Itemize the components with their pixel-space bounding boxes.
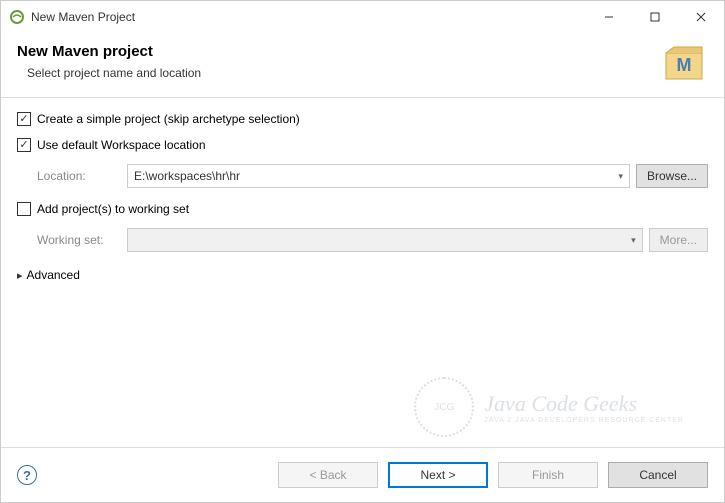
cancel-button[interactable]: Cancel	[608, 462, 708, 488]
default-workspace-checkbox[interactable]	[17, 138, 31, 152]
working-set-label: Working set:	[37, 233, 127, 247]
watermark-badge: JCG	[414, 377, 474, 437]
maven-icon: M	[660, 43, 708, 83]
page-title: New Maven project	[17, 43, 201, 60]
chevron-down-icon: ▾	[618, 171, 623, 182]
default-workspace-label: Use default Workspace location	[37, 138, 206, 152]
simple-project-checkbox[interactable]	[17, 112, 31, 126]
more-button: More...	[649, 228, 708, 252]
location-combo[interactable]: E:\workspaces\hr\hr ▾	[127, 164, 630, 188]
working-set-chk-label: Add project(s) to working set	[37, 202, 189, 216]
window-controls	[586, 1, 724, 33]
content-area: Create a simple project (skip archetype …	[1, 98, 724, 447]
watermark: JCG Java Code Geeks JAVA 2 JAVA DEVELOPE…	[414, 377, 684, 437]
back-button: < Back	[278, 462, 378, 488]
working-set-checkbox[interactable]	[17, 202, 31, 216]
eclipse-icon	[9, 9, 25, 25]
maximize-button[interactable]	[632, 1, 678, 33]
advanced-toggle[interactable]: ▸ Advanced	[17, 268, 708, 282]
titlebar: New Maven Project	[1, 1, 724, 33]
chevron-down-icon: ▾	[631, 235, 636, 246]
next-button[interactable]: Next >	[388, 462, 488, 488]
minimize-button[interactable]	[586, 1, 632, 33]
expand-arrow-icon: ▸	[17, 269, 23, 282]
working-set-combo: ▾	[127, 228, 643, 252]
simple-project-label: Create a simple project (skip archetype …	[37, 112, 300, 126]
finish-button: Finish	[498, 462, 598, 488]
advanced-label: Advanced	[27, 268, 80, 282]
watermark-sub: JAVA 2 JAVA DEVELOPERS RESOURCE CENTER	[484, 417, 684, 424]
location-label: Location:	[37, 169, 127, 183]
window-title: New Maven Project	[31, 10, 586, 24]
svg-text:M: M	[677, 55, 692, 75]
browse-button[interactable]: Browse...	[636, 164, 708, 188]
location-value: E:\workspaces\hr\hr	[134, 169, 618, 183]
close-button[interactable]	[678, 1, 724, 33]
footer: ? < Back Next > Finish Cancel	[1, 448, 724, 502]
wizard-header: New Maven project Select project name an…	[1, 33, 724, 98]
watermark-main: Java Code Geeks	[484, 391, 684, 417]
help-icon[interactable]: ?	[17, 465, 37, 485]
page-subtitle: Select project name and location	[27, 66, 201, 80]
